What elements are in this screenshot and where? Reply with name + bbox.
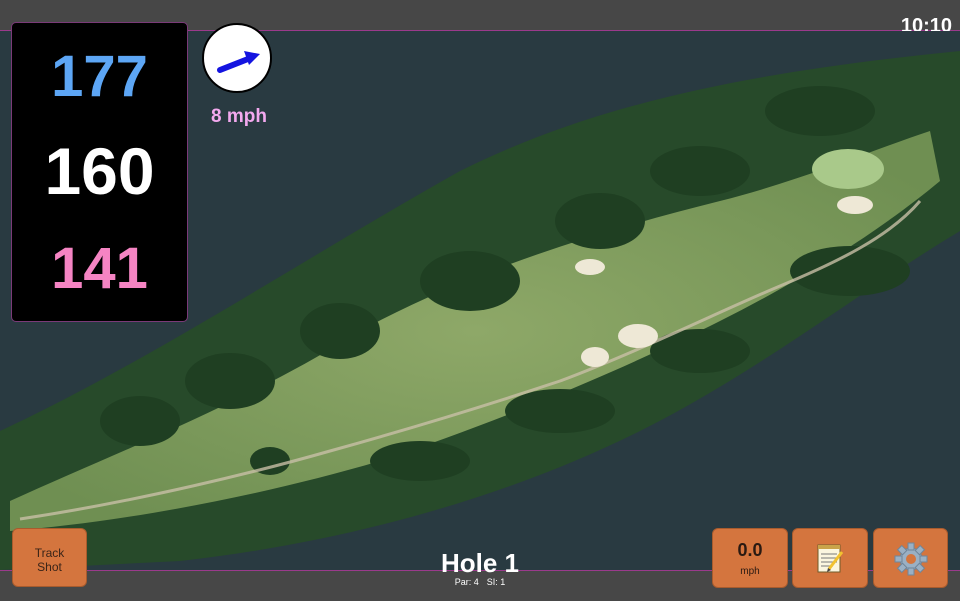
speed-unit: mph <box>740 566 760 577</box>
arrow-icon <box>217 51 260 73</box>
speed-value: 0.0 <box>737 540 763 560</box>
wind-indicator <box>202 23 272 93</box>
middle-yardage: 160 <box>44 134 155 208</box>
hole-par: Par: 4 <box>454 577 479 587</box>
hole-stroke-index: SI: 1 <box>486 577 506 587</box>
wind-speed: 8 mph <box>211 106 267 127</box>
notes-button[interactable] <box>792 528 868 588</box>
track-shot-label-line2: Shot <box>37 560 62 574</box>
gear-icon <box>894 542 928 576</box>
front-yardage: 141 <box>51 236 148 301</box>
yardage-panel: 177 160 141 <box>11 22 188 322</box>
notepad-icon <box>817 544 844 573</box>
green <box>812 149 884 189</box>
speed-button[interactable]: 0.0 mph <box>712 528 788 588</box>
track-shot-button[interactable]: Track Shot <box>12 528 87 587</box>
hole-info: Par: 4 SI: 1 <box>380 577 580 588</box>
hole-title: Hole 1 <box>440 548 520 578</box>
back-yardage: 177 <box>51 44 148 109</box>
track-shot-label-line1: Track <box>34 546 65 560</box>
settings-button[interactable] <box>873 528 948 588</box>
